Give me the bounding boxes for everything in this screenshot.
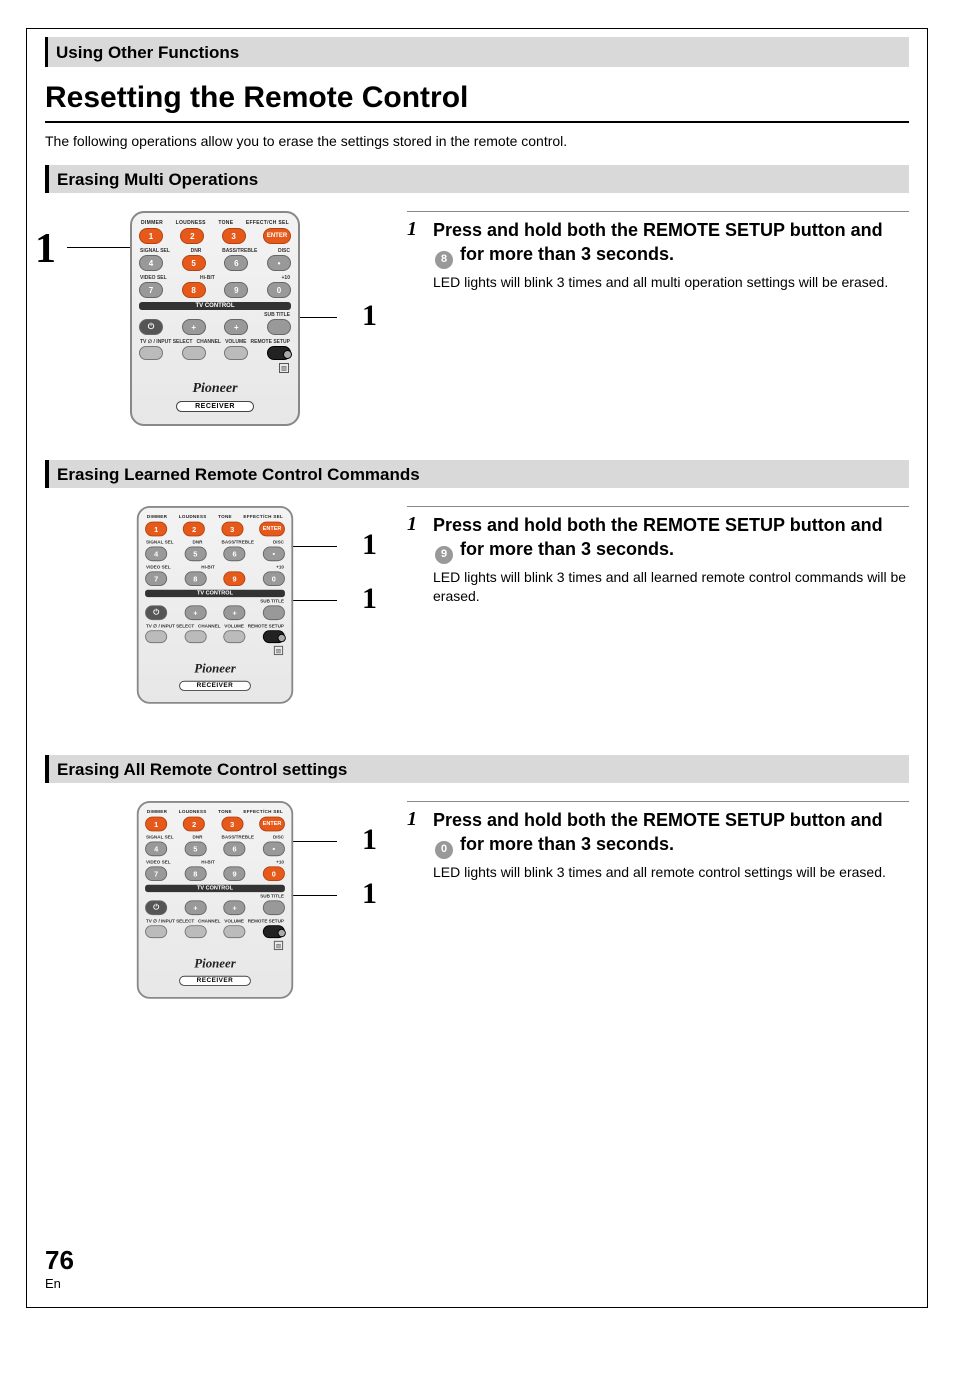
big-step-left-icon: 1 xyxy=(35,225,56,273)
key-4: 4 xyxy=(139,255,163,271)
vol-minus-btn xyxy=(224,346,248,360)
ch-plus-icon: + xyxy=(182,319,206,335)
remote-setup-btn xyxy=(263,630,285,643)
key-2: 2 xyxy=(180,228,204,244)
mode-indicator-icon: ▧ xyxy=(279,363,289,373)
section-1: 1 1 DIMMER LOUDNESS TONE EFFECT/CH SEL 1… xyxy=(45,211,909,426)
page-title: Resetting the Remote Control xyxy=(45,81,909,123)
section-2: 1 1 DIMMERLOUDNESSTONEEFFECT/CH SEL 123E… xyxy=(45,506,909,721)
instruction-detail-2: LED lights will blink 3 times and all le… xyxy=(433,568,909,607)
key-7: 7 xyxy=(139,282,163,298)
key-1: 1 xyxy=(139,228,163,244)
remote-body: DIMMERLOUDNESSTONEEFFECT/CH SEL 123ENTER… xyxy=(137,801,293,999)
page-frame: Using Other Functions Resetting the Remo… xyxy=(26,28,928,1308)
page-footer: 76 En xyxy=(45,1245,74,1291)
key-8: 8 xyxy=(182,282,206,298)
brand-logo: Pioneer xyxy=(139,381,291,397)
receiver-pill: RECEIVER xyxy=(176,401,254,412)
remote-diagram-3: 1 1 DIMMERLOUDNESSTONEEFFECT/CH SEL 123E… xyxy=(45,801,385,1016)
step-number: 1 xyxy=(407,218,425,269)
instruction-detail-1: LED lights will blink 3 times and all mu… xyxy=(433,273,909,293)
key-9: 9 xyxy=(224,571,246,586)
remote-body: DIMMERLOUDNESSTONEEFFECT/CH SEL 123ENTER… xyxy=(137,506,293,704)
key-5: 5 xyxy=(182,255,206,271)
section-heading-2: Erasing Learned Remote Control Commands xyxy=(45,460,909,488)
remote-setup-btn xyxy=(267,346,291,360)
page-number: 76 xyxy=(45,1245,74,1276)
key-9: 9 xyxy=(224,282,248,298)
section-heading-1: Erasing Multi Operations xyxy=(45,165,909,193)
key-disc: • xyxy=(267,255,291,271)
key-3: 3 xyxy=(222,228,246,244)
key-0: 0 xyxy=(263,866,285,881)
remote-bottom-labels: TV ∅ / INPUT SELECT CHANNEL VOLUME REMOT… xyxy=(139,339,291,346)
leader-line xyxy=(67,247,135,248)
tv-power-icon: ⏻ xyxy=(139,319,163,335)
instruction-detail-3: LED lights will blink 3 times and all re… xyxy=(433,863,909,883)
key-0: 0 xyxy=(267,282,291,298)
instruction-1: 1 Press and hold both the REMOTE SETUP b… xyxy=(407,211,909,292)
instruction-2: 1 Press and hold both the REMOTE SETUP b… xyxy=(407,506,909,607)
remote-body: DIMMER LOUDNESS TONE EFFECT/CH SEL 1 2 3… xyxy=(130,211,300,426)
callout-2b: 1 xyxy=(362,582,377,616)
vol-plus-icon: + xyxy=(224,319,248,335)
page-language: En xyxy=(45,1276,74,1291)
remote-diagram-1: 1 1 DIMMER LOUDNESS TONE EFFECT/CH SEL 1… xyxy=(45,211,385,426)
instruction-title-3: Press and hold both the REMOTE SETUP but… xyxy=(433,808,909,859)
callout-3a: 1 xyxy=(362,823,377,857)
tv-control-bar: TV CONTROL xyxy=(139,302,291,310)
subtitle-btn xyxy=(267,319,291,335)
inline-key-0-icon: 0 xyxy=(435,841,453,859)
chapter-title: Using Other Functions xyxy=(56,43,239,62)
callout-3b: 1 xyxy=(362,877,377,911)
key-6: 6 xyxy=(224,255,248,271)
callout-2a: 1 xyxy=(362,528,377,562)
instruction-title-1: Press and hold both the REMOTE SETUP but… xyxy=(433,218,909,269)
section-3: 1 1 DIMMERLOUDNESSTONEEFFECT/CH SEL 123E… xyxy=(45,801,909,1016)
chapter-band: Using Other Functions xyxy=(45,37,909,67)
callout-1a: 1 xyxy=(362,299,377,333)
section-heading-3: Erasing All Remote Control settings xyxy=(45,755,909,783)
instruction-title-2: Press and hold both the REMOTE SETUP but… xyxy=(433,513,909,564)
ch-minus-btn xyxy=(182,346,206,360)
inline-key-9-icon: 9 xyxy=(435,546,453,564)
key-enter: ENTER xyxy=(263,228,291,244)
remote-diagram-2: 1 1 DIMMERLOUDNESSTONEEFFECT/CH SEL 123E… xyxy=(45,506,385,721)
remote-top-labels: DIMMER LOUDNESS TONE EFFECT/CH SEL xyxy=(139,220,291,228)
instruction-3: 1 Press and hold both the REMOTE SETUP b… xyxy=(407,801,909,882)
remote-setup-btn xyxy=(263,925,285,938)
intro-text: The following operations allow you to er… xyxy=(45,133,909,149)
tv-select-btn xyxy=(139,346,163,360)
inline-key-8-icon: 8 xyxy=(435,251,453,269)
